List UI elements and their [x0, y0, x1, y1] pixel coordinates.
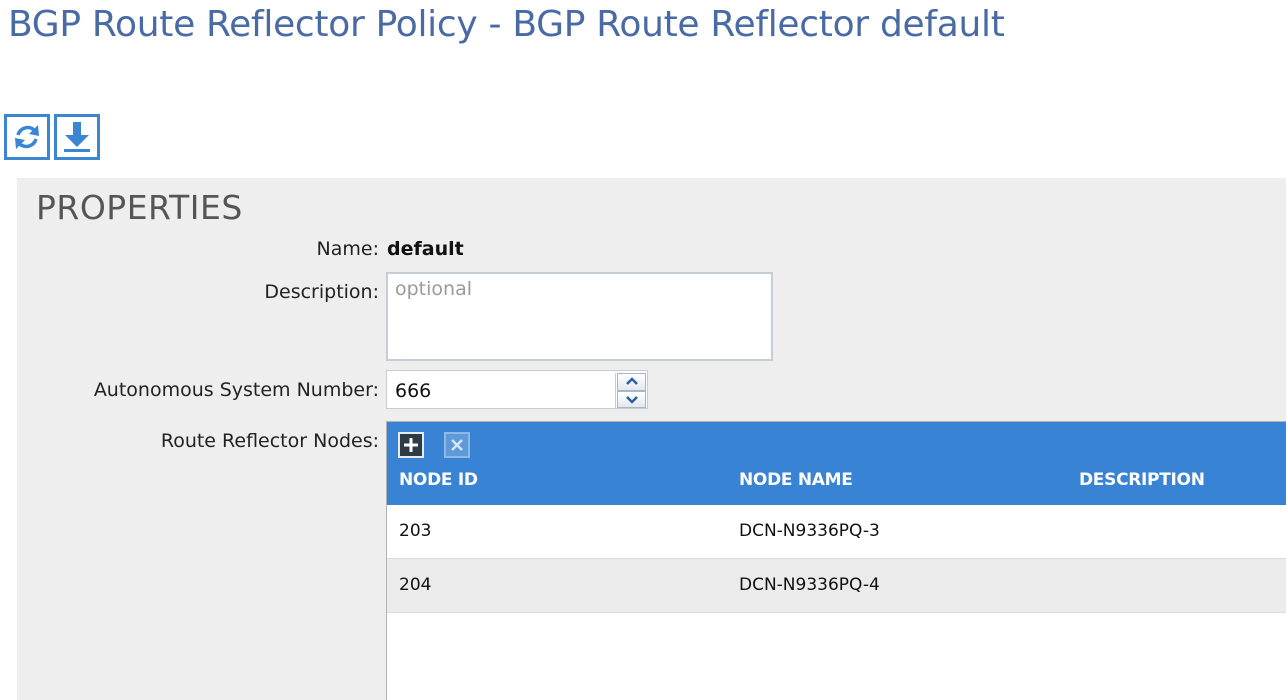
asn-label: Autonomous System Number: [93, 379, 379, 401]
increment-button[interactable] [617, 373, 646, 391]
properties-heading: PROPERTIES [36, 188, 243, 227]
add-node-button[interactable] [398, 432, 424, 458]
name-label: Name: [316, 238, 379, 260]
node-name-cell: DCN-N9336PQ-4 [739, 575, 880, 595]
download-button[interactable] [54, 114, 100, 160]
column-header-node-name[interactable]: NODE NAME [739, 470, 853, 490]
asn-input[interactable] [387, 371, 611, 408]
description-field[interactable] [386, 272, 773, 361]
close-icon [451, 439, 463, 451]
table-row[interactable]: 203 DCN-N9336PQ-3 [387, 505, 1286, 559]
table-row[interactable]: 204 DCN-N9336PQ-4 [387, 559, 1286, 613]
chevron-up-icon [625, 377, 638, 386]
route-reflector-nodes-label: Route Reflector Nodes: [160, 430, 379, 452]
delete-node-button[interactable] [444, 432, 470, 458]
page-title: BGP Route Reflector Policy - BGP Route R… [8, 4, 1005, 45]
column-header-description[interactable]: DESCRIPTION [1079, 470, 1205, 490]
properties-panel: PROPERTIES Name: default Description: Au… [17, 178, 1286, 700]
node-id-cell: 203 [399, 521, 432, 541]
chevron-down-icon [625, 395, 638, 404]
description-label: Description: [264, 281, 379, 303]
asn-spinner [615, 373, 647, 408]
name-value: default [387, 238, 464, 260]
refresh-icon [15, 125, 39, 149]
node-name-cell: DCN-N9336PQ-3 [739, 521, 880, 541]
asn-stepper [386, 370, 648, 409]
node-id-cell: 204 [399, 575, 432, 595]
toolbar [4, 114, 100, 160]
column-header-node-id[interactable]: NODE ID [399, 470, 478, 490]
refresh-button[interactable] [4, 114, 50, 160]
route-reflector-nodes-table: NODE ID NODE NAME DESCRIPTION 203 DCN-N9… [386, 421, 1286, 700]
decrement-button[interactable] [617, 390, 646, 408]
plus-icon [404, 438, 418, 452]
table-header: NODE ID NODE NAME DESCRIPTION [387, 422, 1286, 505]
download-icon [64, 122, 90, 152]
